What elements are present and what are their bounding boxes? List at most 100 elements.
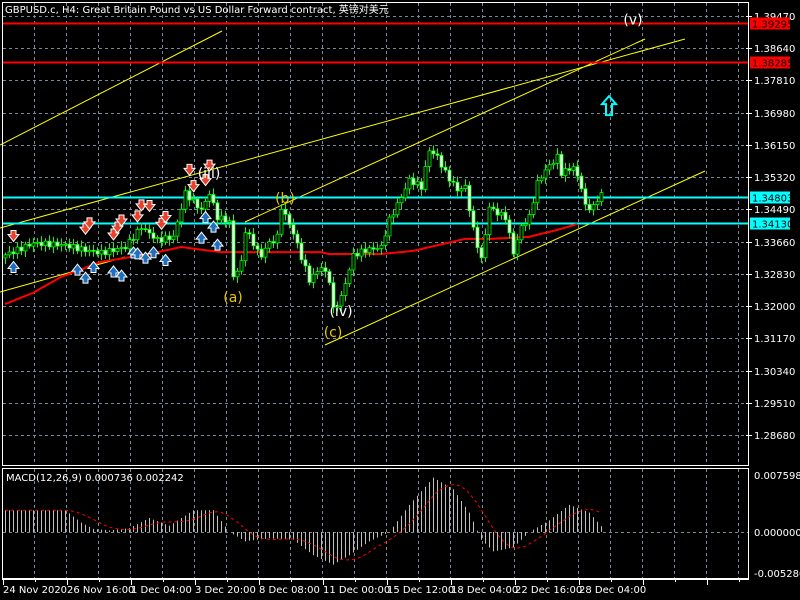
candle-body [175,221,180,237]
candle-body [467,185,472,212]
candle-body [319,267,324,272]
price-tick-label: 1.34490 [754,205,795,216]
candle-body [39,241,44,247]
candle-body [379,244,384,249]
candle-body [359,248,364,257]
candle-body [527,214,532,225]
candle-body [423,166,428,190]
price-tick-label: 1.36980 [754,109,795,120]
candle-body [567,168,572,171]
candle-body [375,248,380,250]
candle-body [43,240,48,247]
candle-body [403,188,408,199]
candle-body [563,168,568,177]
time-tick-label: 8 Dec 08:00 [259,585,320,596]
candle-body [31,242,36,247]
candle-body [411,177,416,186]
candle-body [155,237,160,239]
time-tick-label: 15 Dec 12:00 [387,585,454,596]
candle-body [271,241,276,244]
candle-body [539,177,544,182]
candle-body [147,229,152,234]
candle-body [23,243,28,252]
time-tick-label: 26 Nov 16:00 [67,585,134,596]
price-tick-label: 1.35320 [754,173,795,184]
candle-body [595,201,600,206]
candle-body [179,208,184,223]
candle-body [15,246,20,255]
candle-body [251,233,256,247]
candle-body [131,239,136,241]
candle-body [107,248,112,256]
candle-body [295,233,300,244]
candle-body [123,246,128,250]
horizontal-levels[interactable] [3,22,748,225]
grid [3,3,748,578]
price-label: 1.38285 [752,59,793,70]
candle-body [475,226,480,248]
candle-body [171,235,176,241]
trendlines[interactable] [0,30,706,346]
signal-arrows [6,159,225,284]
candle-body [299,242,304,261]
candle-body [103,249,108,256]
candle-body [363,248,368,254]
candle-body [231,220,236,278]
candle-body [291,224,296,235]
candle-body [199,207,204,210]
candle-body [591,204,596,211]
candle-body [239,260,244,272]
price-label: 1.34130 [752,220,793,231]
price-tick-label: 1.31170 [754,334,795,345]
candle-body [463,185,468,190]
candle-body [67,243,72,249]
price-tick-label: 1.36150 [754,141,795,152]
wave-label: (iii) [198,166,221,182]
wave-label: (v) [623,13,642,29]
candle-body [219,215,224,221]
macd-signal-line [5,484,602,561]
candle-body [235,270,240,278]
candle-body [471,210,476,228]
candle-body [395,202,400,216]
candle-body [559,153,564,177]
time-tick-label: 1 Dec 04:00 [131,585,192,596]
candle-body [263,247,268,258]
time-tick-label: 3 Dec 20:00 [195,585,256,596]
buy-arrow-icon [146,245,161,259]
time-tick-label: 22 Dec 16:00 [515,585,582,596]
candle-body [415,181,420,186]
candle-body [127,239,132,250]
candle-body [87,250,92,253]
candle-body [75,244,80,252]
trading-chart[interactable]: (iii)(b)(a)(iv)(c)(v) 1.394701.386401.37… [0,0,800,600]
candle-body [535,180,540,204]
candle-body [443,166,448,171]
macd-tick-label: -0.005280 [754,569,800,580]
time-axis[interactable]: 24 Nov 2020 26 Nov 16:001 Dec 04:00 3 Dec … [3,579,740,596]
wave-label: (b) [275,191,295,207]
sell-arrow-icon [182,163,197,177]
candle-body [55,241,60,247]
candle-body [323,267,328,272]
candle-body [83,246,88,253]
price-tick-label: 1.28680 [754,431,795,442]
candle-body [35,241,40,244]
candle-body [111,248,116,253]
buy-arrow-icon [70,263,85,276]
candle-body [163,235,168,243]
candle-body [587,204,592,211]
candle-body [543,169,548,179]
candle-body [259,248,264,258]
candle-body [79,246,84,252]
buy-arrow-icon [158,253,173,266]
candle-body [351,252,356,271]
price-tick-label: 1.30340 [754,367,795,378]
candle-body [419,181,424,190]
candle-body [159,237,164,243]
candle-body [139,228,144,231]
candle-body [327,271,332,284]
candle-body [523,223,528,227]
candle-body [227,220,232,223]
candle-body [383,235,388,246]
